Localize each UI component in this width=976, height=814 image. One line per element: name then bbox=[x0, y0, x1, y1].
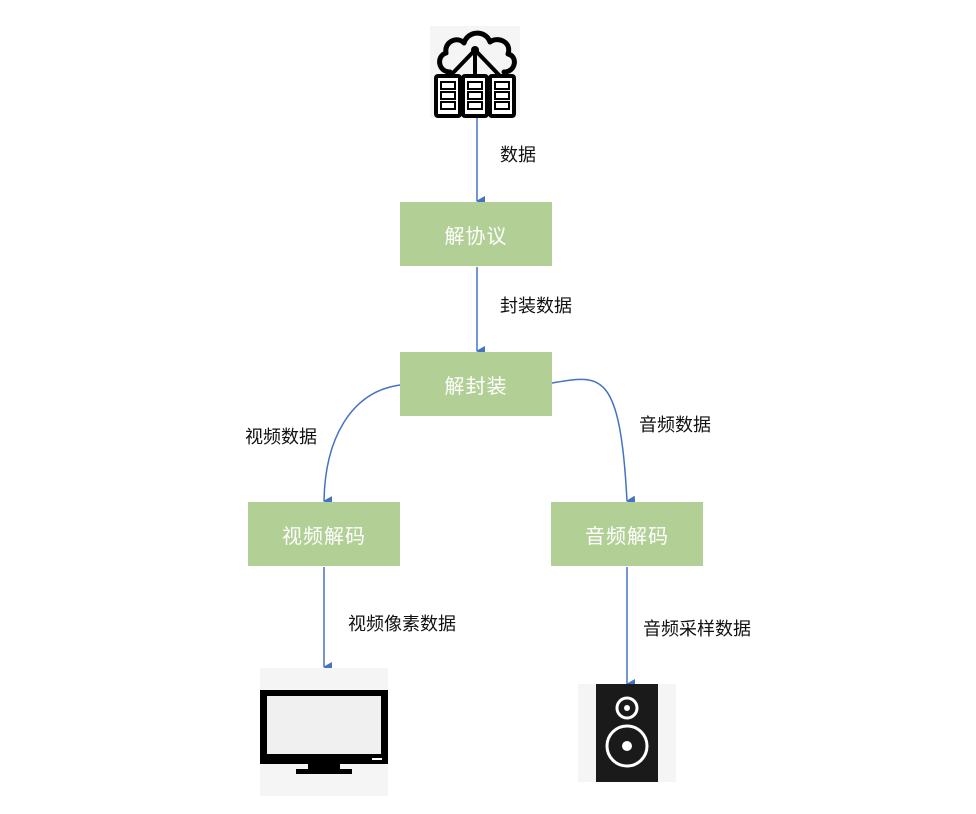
label-audio-data: 音频数据 bbox=[639, 415, 711, 436]
node-audio-decode: 音频解码 bbox=[551, 502, 703, 566]
cloud-server-icon bbox=[430, 26, 520, 118]
label-data: 数据 bbox=[500, 145, 536, 166]
node-protocol: 解协议 bbox=[400, 202, 552, 266]
monitor-icon bbox=[260, 668, 388, 796]
speaker-icon bbox=[578, 684, 676, 782]
label-container-data: 封装数据 bbox=[500, 296, 572, 317]
flow-diagram: 解协议 解封装 视频解码 音频解码 数据 封装数据 视频数据 音频数据 视频像素… bbox=[0, 0, 976, 814]
label-video-pixel-data: 视频像素数据 bbox=[348, 614, 456, 635]
arrow-demux-to-video-decode bbox=[323, 384, 401, 507]
node-demux: 解封装 bbox=[400, 352, 552, 416]
node-video-decode: 视频解码 bbox=[248, 502, 400, 566]
arrow-demux-to-audio-decode bbox=[551, 378, 636, 506]
label-audio-sample-data: 音频采样数据 bbox=[643, 619, 751, 640]
label-video-data: 视频数据 bbox=[245, 427, 317, 448]
